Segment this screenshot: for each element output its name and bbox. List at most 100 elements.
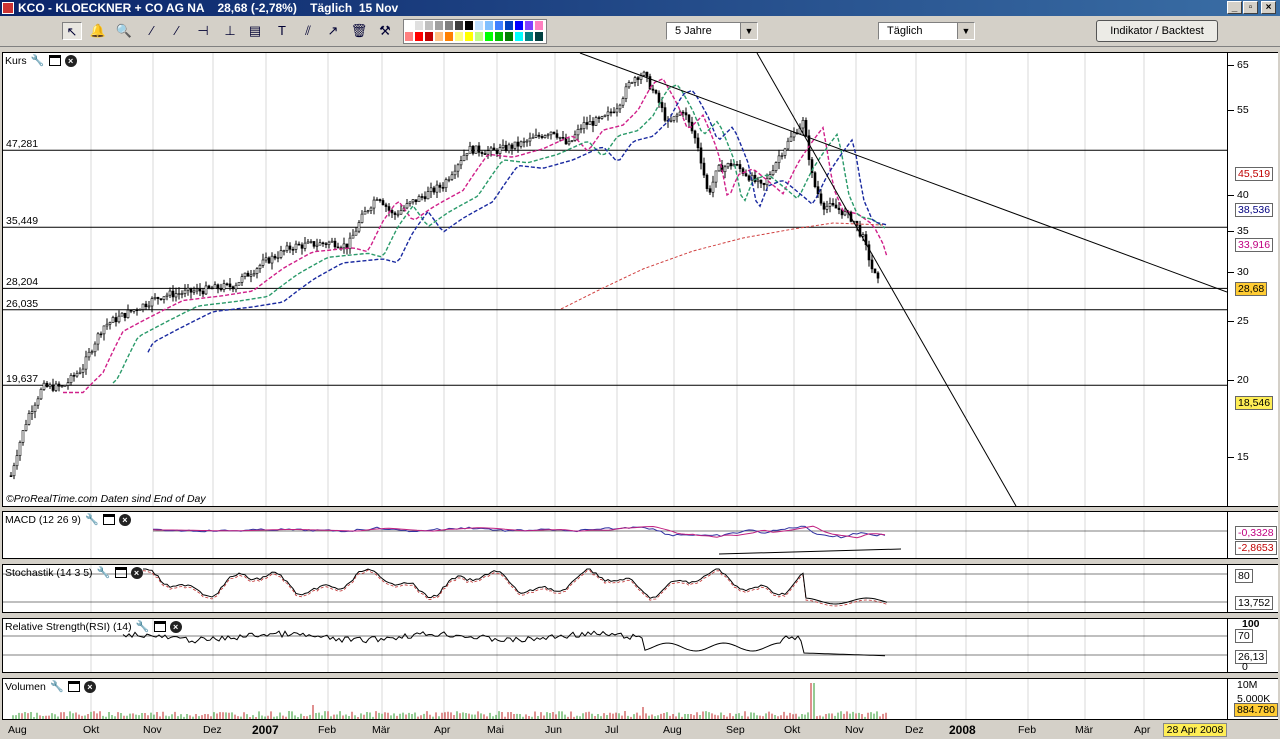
chevron-down-icon[interactable]: ▼ xyxy=(740,23,757,39)
candle-body xyxy=(144,303,148,307)
palette-swatch[interactable] xyxy=(404,31,414,42)
palette-swatch[interactable] xyxy=(484,31,494,42)
window-icon[interactable] xyxy=(67,681,80,692)
palette-swatch[interactable] xyxy=(534,31,544,42)
palette-swatch[interactable] xyxy=(474,31,484,42)
vertical-line-icon[interactable]: ⊥ xyxy=(220,22,240,40)
palette-swatch[interactable] xyxy=(484,20,494,31)
text-icon[interactable]: T xyxy=(272,22,292,40)
palette-swatch[interactable] xyxy=(464,20,474,31)
close-icon[interactable]: × xyxy=(83,680,96,693)
palette-swatch[interactable] xyxy=(414,31,424,42)
maximize-button[interactable]: ▫ xyxy=(1243,1,1258,14)
candle-body xyxy=(687,114,691,123)
candle-body xyxy=(492,147,496,151)
wrench-icon[interactable]: 🔧 xyxy=(50,680,64,693)
settings-tools-icon[interactable]: ⚒ xyxy=(375,22,395,40)
candle-body xyxy=(270,255,274,264)
palette-swatch[interactable] xyxy=(424,20,434,31)
period-select[interactable]: 5 Jahre ▼ xyxy=(666,22,758,40)
palette-swatch[interactable] xyxy=(454,31,464,42)
color-palette[interactable] xyxy=(403,19,547,44)
candle-body xyxy=(783,148,787,156)
window-icon[interactable] xyxy=(102,514,115,525)
candle-body xyxy=(450,174,454,180)
candle-body xyxy=(462,154,466,161)
window-icon[interactable] xyxy=(153,621,166,632)
parallel-lines-icon[interactable]: ⫽ xyxy=(298,22,318,40)
palette-swatch[interactable] xyxy=(474,20,484,31)
macd-panel[interactable]: MACD (12 26 9) 🔧 × xyxy=(2,511,1228,559)
volume-panel[interactable]: Volumen 🔧 × xyxy=(2,678,1228,720)
candle-body xyxy=(468,145,472,154)
palette-swatch[interactable] xyxy=(444,31,454,42)
rsi-panel[interactable]: Relative Strength(RSI) (14) 🔧 × xyxy=(2,618,1228,673)
candle-body xyxy=(501,144,505,149)
macd-signal-line xyxy=(152,525,886,539)
horizontal-line-label: 35,449 xyxy=(6,215,39,228)
candle-body xyxy=(549,131,553,136)
candle-body xyxy=(762,182,766,186)
fibonacci-icon[interactable]: ▤ xyxy=(245,22,265,40)
candle-body xyxy=(105,323,109,327)
palette-swatch[interactable] xyxy=(464,31,474,42)
x-axis-label: Jun xyxy=(545,724,562,736)
wrench-icon[interactable]: 🔧 xyxy=(136,620,150,633)
candle-body xyxy=(567,141,571,145)
palette-swatch[interactable] xyxy=(514,31,524,42)
palette-swatch[interactable] xyxy=(434,31,444,42)
window-icon[interactable] xyxy=(114,567,127,578)
stochastic-panel[interactable]: Stochastik (14 3 5) 🔧 × xyxy=(2,564,1228,613)
palette-swatch[interactable] xyxy=(514,20,524,31)
candle-body xyxy=(759,179,763,184)
close-icon[interactable]: × xyxy=(64,54,77,67)
palette-swatch[interactable] xyxy=(454,20,464,31)
wrench-icon[interactable]: 🔧 xyxy=(31,54,45,67)
rsi-value-tag: 26,13 xyxy=(1235,650,1268,664)
palette-swatch[interactable] xyxy=(434,20,444,31)
palette-swatch[interactable] xyxy=(494,20,504,31)
candle-body xyxy=(189,287,193,293)
minimize-button[interactable]: _ xyxy=(1227,1,1242,14)
palette-swatch[interactable] xyxy=(524,31,534,42)
horizontal-line-icon[interactable]: ⊣ xyxy=(193,22,213,40)
palette-swatch[interactable] xyxy=(504,31,514,42)
palette-swatch[interactable] xyxy=(494,31,504,42)
candle-body xyxy=(873,268,877,274)
period-select-value: 5 Jahre xyxy=(675,25,712,37)
volume-panel-header: Volumen 🔧 × xyxy=(5,680,96,693)
palette-swatch[interactable] xyxy=(534,20,544,31)
candle-body xyxy=(705,174,709,189)
line-icon[interactable]: ⁄ xyxy=(142,22,162,40)
palette-swatch[interactable] xyxy=(404,20,414,31)
indicator-backtest-button[interactable]: Indikator / Backtest xyxy=(1096,20,1218,42)
pointer-icon[interactable]: ↖ xyxy=(62,22,82,40)
ray-icon[interactable]: ⁄ xyxy=(167,22,187,40)
candle-body xyxy=(534,134,538,138)
close-icon[interactable]: × xyxy=(169,620,182,633)
price-panel[interactable]: Kurs 🔧 × 47,281 35,449 28,204 26,035 19,637 … xyxy=(2,52,1228,507)
candle-body xyxy=(15,455,19,467)
palette-swatch[interactable] xyxy=(504,20,514,31)
chevron-down-icon[interactable]: ▼ xyxy=(957,23,974,39)
scale-tick-label: 15 xyxy=(1237,451,1249,464)
close-icon[interactable]: × xyxy=(118,513,131,526)
palette-swatch[interactable] xyxy=(444,20,454,31)
wrench-icon[interactable]: 🔧 xyxy=(97,566,111,579)
price-scale[interactable]: 65 55 40 35 30 25 20 15 45,519 38,536 33,916 28,68 1… xyxy=(1228,52,1278,507)
window-icon[interactable] xyxy=(48,55,61,66)
palette-swatch[interactable] xyxy=(414,20,424,31)
wrench-icon[interactable]: 🔧 xyxy=(85,513,99,526)
candle-body xyxy=(285,245,289,251)
alarm-bell-icon[interactable]: 🔔 xyxy=(88,22,108,40)
stochastic-scale: 80 13,752 xyxy=(1228,564,1278,613)
palette-swatch[interactable] xyxy=(424,31,434,42)
interval-select[interactable]: Täglich ▼ xyxy=(878,22,975,40)
close-icon[interactable]: × xyxy=(130,566,143,579)
arrow-icon[interactable]: ↗ xyxy=(323,22,343,40)
palette-swatch[interactable] xyxy=(524,20,534,31)
zoom-icon[interactable]: 🔍 xyxy=(114,22,134,40)
trash-icon[interactable]: 🗑 xyxy=(349,22,369,40)
x-axis-label: Aug xyxy=(8,724,27,736)
close-button[interactable]: × xyxy=(1261,1,1276,14)
